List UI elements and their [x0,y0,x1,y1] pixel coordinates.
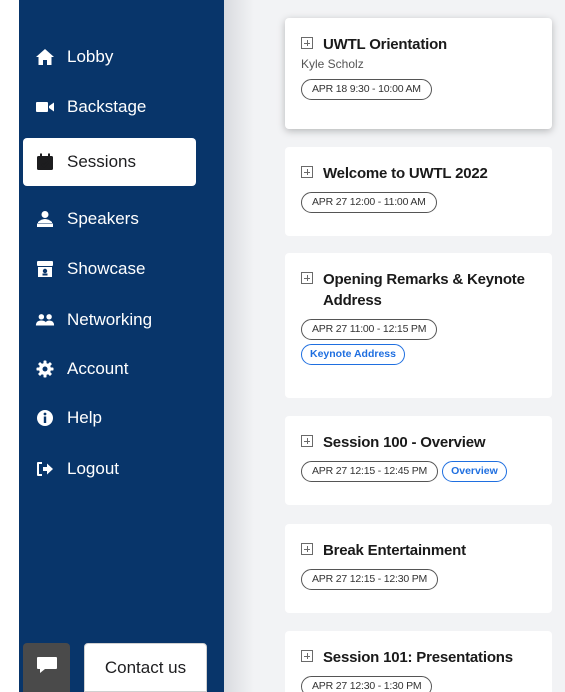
expand-icon[interactable] [301,435,313,447]
chat-button[interactable] [23,643,70,692]
session-card[interactable]: Session 100 - Overview APR 27 12:15 - 12… [285,416,552,505]
session-time-badge: APR 27 12:15 - 12:30 PM [301,569,439,590]
booth-icon [35,259,55,279]
sidebar-item-label: Lobby [67,47,114,66]
session-title: Session 100 - Overview [323,434,486,451]
session-title: Session 101: Presentations [323,649,513,666]
sidebar-shadow [224,0,254,692]
sidebar-item-label: Showcase [67,259,146,278]
session-card[interactable]: Break Entertainment APR 27 12:15 - 12:30… [285,524,552,613]
session-tag[interactable]: Keynote Address [301,344,405,365]
gear-icon [35,359,55,379]
expand-icon[interactable] [301,650,313,662]
session-title: Break Entertainment [323,542,466,559]
expand-icon[interactable] [301,272,313,284]
sidebar-item-label: Help [67,408,102,427]
sidebar-item-backstage[interactable]: Backstage [23,83,196,131]
home-icon [35,47,55,67]
sidebar-item-label: Logout [67,459,119,478]
sidebar-item-speakers[interactable]: Speakers [23,195,196,243]
session-title: Opening Remarks & Keynote Address [323,271,525,309]
session-title: UWTL Orientation [323,36,448,53]
session-card[interactable]: Welcome to UWTL 2022 APR 27 12:00 - 11:0… [285,147,552,236]
presenter-icon [35,209,55,229]
sidebar-item-lobby[interactable]: Lobby [23,33,196,81]
sidebar-item-label: Account [67,359,129,378]
sidebar-item-label: Backstage [67,97,147,116]
calendar-check-icon [35,152,55,172]
session-card[interactable]: UWTL Orientation Kyle Scholz APR 18 9:30… [285,18,552,129]
session-time-badge: APR 27 12:30 - 1:30 PM [301,676,433,692]
session-time-badge: APR 27 11:00 - 12:15 PM [301,319,438,340]
sidebar-item-label: Networking [67,310,153,329]
session-tag[interactable]: Overview [442,461,507,482]
sidebar: Lobby Backstage Sessions Speakers Showca… [19,0,224,692]
sidebar-item-showcase[interactable]: Showcase [23,245,196,293]
expand-icon[interactable] [301,543,313,555]
session-card[interactable]: Opening Remarks & Keynote Address APR 27… [285,253,552,398]
sidebar-item-label: Speakers [67,209,139,228]
contact-us-button[interactable]: Contact us [84,643,207,692]
session-speaker: Kyle Scholz [301,57,364,71]
session-time-badge: APR 27 12:15 - 12:45 PM [301,461,439,482]
sidebar-item-logout[interactable]: Logout [23,445,196,493]
sidebar-item-help[interactable]: Help [23,394,196,442]
session-title: Welcome to UWTL 2022 [323,165,488,182]
sidebar-item-networking[interactable]: Networking [23,296,196,344]
info-icon [35,408,55,428]
video-camera-icon [35,97,55,117]
left-edge [0,0,19,692]
expand-icon[interactable] [301,37,313,49]
session-time-badge: APR 27 12:00 - 11:00 AM [301,192,437,213]
sign-out-icon [35,459,55,479]
sidebar-item-label: Sessions [67,152,136,171]
users-icon [35,310,55,330]
sidebar-item-sessions[interactable]: Sessions [23,138,196,186]
expand-icon[interactable] [301,166,313,178]
sidebar-item-account[interactable]: Account [23,345,196,393]
chat-bubble-icon [36,656,58,679]
session-card[interactable]: Session 101: Presentations APR 27 12:30 … [285,631,552,692]
session-time-badge: APR 18 9:30 - 10:00 AM [301,79,432,100]
